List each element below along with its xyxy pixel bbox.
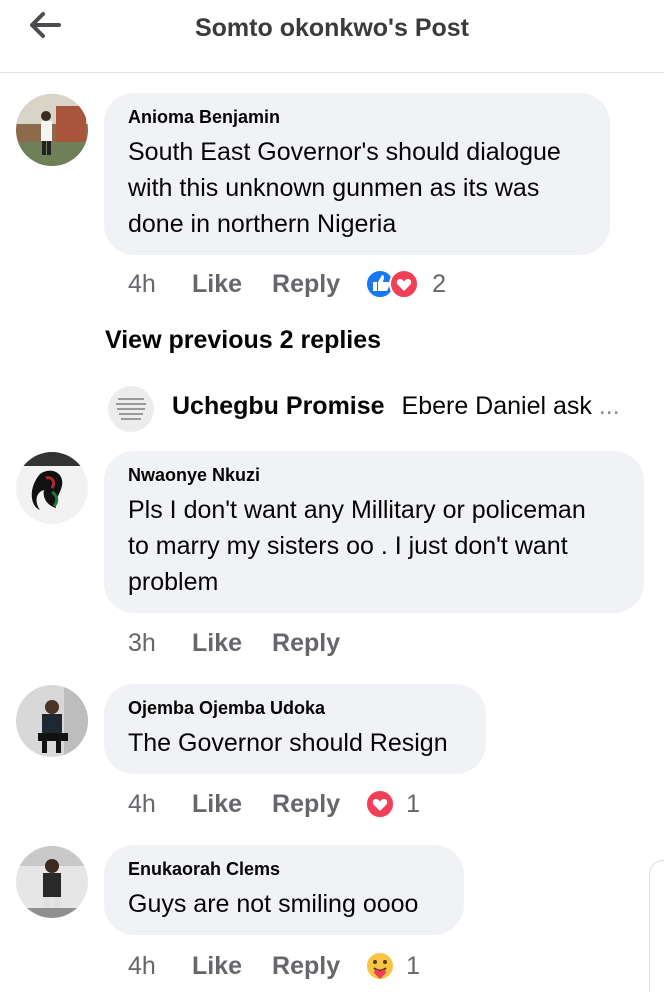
reactions[interactable]: 1 [364, 950, 420, 982]
reaction-count: 1 [406, 789, 421, 818]
comment-author[interactable]: Anioma Benjamin [128, 107, 586, 128]
comment-bubble: Ojemba Ojemba Udoka The Governor should … [104, 684, 486, 774]
comment-text: Guys are not smiling oooo [128, 890, 419, 918]
reply-button[interactable]: Reply [272, 270, 340, 299]
reactions[interactable]: 1 [364, 788, 420, 820]
avatar[interactable] [16, 94, 88, 166]
reply-button[interactable]: Reply [272, 952, 340, 981]
comment-author[interactable]: Ojemba Ojemba Udoka [128, 698, 462, 719]
reply-button[interactable]: Reply [272, 790, 340, 819]
comment-bubble: Nwaonye Nkuzi Pls I don't want any Milli… [104, 451, 644, 613]
comment-bubble: Enukaorah Clems Guys are not smiling ooo… [104, 845, 464, 935]
love-reaction-icon [389, 269, 420, 299]
like-button[interactable]: Like [192, 790, 242, 819]
top-bar: Somto okonkwo's Post [0, 0, 664, 73]
comment-time: 4h [128, 789, 156, 818]
reactions[interactable]: 2 [364, 268, 446, 300]
comment-text: South East Governor's should dialogue wi… [128, 138, 561, 238]
reply-button[interactable]: Reply [272, 629, 340, 658]
like-button[interactable]: Like [192, 270, 242, 299]
reply-snippet: Ebere Daniel ask [401, 392, 592, 420]
comment-time: 4h [128, 951, 156, 980]
scroll-edge [649, 860, 664, 992]
comment-text: Pls I don't want any Millitary or police… [128, 496, 586, 596]
like-button[interactable]: Like [192, 952, 242, 981]
reply-author[interactable]: Uchegbu Promise [172, 392, 385, 420]
comment-actions: 4h Like Reply 2 [128, 266, 446, 302]
comment-actions: 3h Like Reply [128, 625, 370, 661]
comment-author[interactable]: Nwaonye Nkuzi [128, 465, 620, 486]
comment-time: 3h [128, 628, 156, 657]
comment-bubble: Anioma Benjamin South East Governor's sh… [104, 93, 610, 255]
avatar[interactable] [16, 685, 88, 757]
reaction-count: 1 [406, 951, 421, 980]
care-reaction-icon [365, 951, 396, 981]
comment-author[interactable]: Enukaorah Clems [128, 859, 440, 880]
avatar[interactable] [16, 452, 88, 524]
page-title: Somto okonkwo's Post [194, 14, 470, 42]
view-previous-replies-link[interactable]: View previous 2 replies [105, 326, 381, 355]
like-button[interactable]: Like [192, 629, 242, 658]
reply-avatar[interactable] [108, 386, 154, 432]
comment-time: 4h [128, 269, 156, 298]
avatar[interactable] [16, 846, 88, 918]
reply-ellipsis: ... [598, 392, 620, 420]
reaction-count: 2 [432, 269, 447, 298]
comment-actions: 4h Like Reply 1 [128, 948, 420, 984]
reply-preview[interactable]: Uchegbu Promise Ebere Daniel ask ... [172, 392, 620, 421]
comment-text: The Governor should Resign [128, 729, 448, 757]
love-reaction-icon [365, 789, 396, 819]
comment-actions: 4h Like Reply 1 [128, 786, 420, 822]
